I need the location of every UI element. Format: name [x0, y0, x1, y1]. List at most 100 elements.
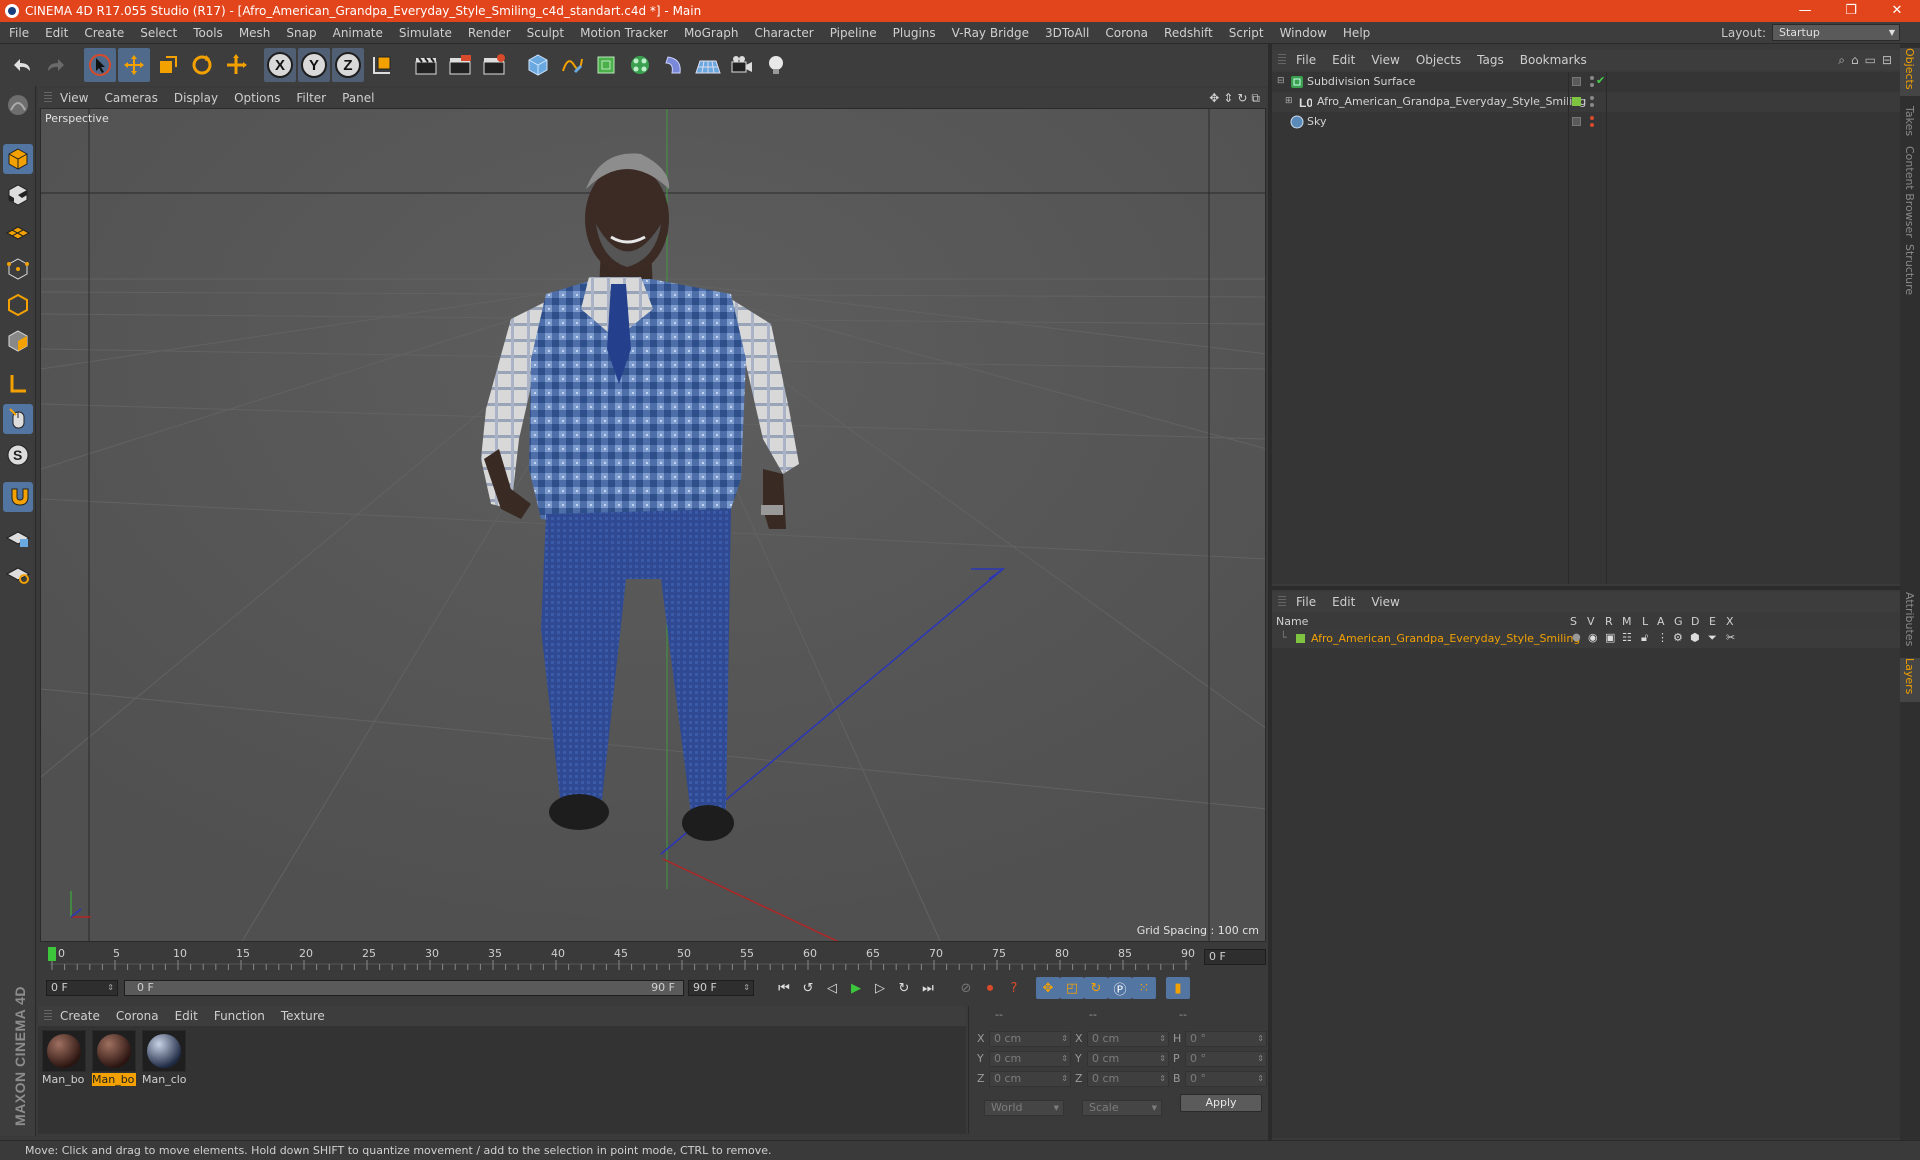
editor-visibility-dot[interactable]	[1590, 116, 1594, 120]
end-frame-field[interactable]: 90 F ⇕	[688, 980, 754, 996]
make-editable-button[interactable]	[3, 90, 33, 120]
viewport-menu-display[interactable]: Display	[174, 91, 228, 105]
solo-toggle-icon[interactable]: ●	[1572, 632, 1581, 643]
menu-edit[interactable]: Edit	[37, 26, 76, 40]
tab-objects[interactable]: Objects	[1900, 48, 1920, 96]
go-to-end-button[interactable]: ⏭	[916, 977, 940, 999]
size-mode-select[interactable]: Scale	[1082, 1100, 1162, 1116]
next-frame-button[interactable]: ▷	[868, 977, 892, 999]
deformer-icon[interactable]: ⬢	[1690, 631, 1700, 644]
size-y-field[interactable]: 0 cm ⇕	[1087, 1051, 1169, 1067]
layer-menu-view[interactable]: View	[1371, 595, 1399, 609]
layer-swatch[interactable]	[1572, 117, 1581, 126]
record-parameter-button[interactable]: Ⓟ	[1108, 977, 1132, 999]
menu-file[interactable]: File	[0, 26, 37, 40]
coordinate-system-button[interactable]	[366, 48, 398, 82]
panel-divider[interactable]	[1272, 586, 1900, 590]
previous-frame-button[interactable]: ◁	[820, 977, 844, 999]
menu-select[interactable]: Select	[132, 26, 185, 40]
object-menu-view[interactable]: View	[1371, 53, 1399, 67]
tab-layers[interactable]: Layers	[1900, 658, 1920, 702]
perspective-viewport[interactable]: Perspective Grid Spacing : 100 cm	[40, 108, 1266, 942]
menu-snap[interactable]: Snap	[278, 26, 324, 40]
material-swatch[interactable]: Man_bo	[42, 1030, 86, 1086]
axis-mode-button[interactable]	[3, 368, 33, 398]
viewport-menu-filter[interactable]: Filter	[296, 91, 336, 105]
material-menu-texture[interactable]: Texture	[281, 1009, 325, 1023]
view-eye-icon[interactable]: ◉	[1588, 631, 1598, 644]
record-scale-button[interactable]: ◰	[1060, 977, 1084, 999]
playhead-marker[interactable]	[48, 947, 56, 961]
rotate-tool-button[interactable]	[186, 48, 218, 82]
layer-color-swatch[interactable]	[1296, 634, 1305, 643]
polygons-mode-button[interactable]	[3, 326, 33, 356]
add-light-button[interactable]	[760, 48, 792, 82]
expand-toggle-icon[interactable]: ⊞	[1285, 96, 1293, 106]
size-x-field[interactable]: 0 cm ⇕	[1087, 1031, 1169, 1047]
menu-mesh[interactable]: Mesh	[231, 26, 279, 40]
viewport-menu-options[interactable]: Options	[234, 91, 290, 105]
menu-redshift[interactable]: Redshift	[1156, 26, 1221, 40]
expression-icon[interactable]: ⏷	[1708, 631, 1717, 645]
pan-view-icon[interactable]: ✥	[1209, 91, 1219, 106]
viewport-menu-view[interactable]: View	[60, 91, 98, 105]
add-spline-button[interactable]	[556, 48, 588, 82]
rotation-p-field[interactable]: 0 ° ⇕	[1185, 1051, 1267, 1067]
z-axis-lock-button[interactable]: Z	[332, 48, 364, 82]
dolly-view-icon[interactable]: ⇕	[1223, 91, 1233, 106]
viewport-camera-label[interactable]: Perspective	[45, 112, 109, 125]
tab-takes[interactable]: Takes	[1900, 106, 1920, 142]
planar-workplane-button[interactable]	[3, 558, 33, 588]
menu-3dtoall[interactable]: 3DToAll	[1037, 26, 1097, 40]
tab-attributes[interactable]: Attributes	[1900, 592, 1920, 654]
scale-tool-button[interactable]	[152, 48, 184, 82]
locked-workplane-button[interactable]	[3, 522, 33, 552]
multi-tool-button[interactable]	[220, 48, 252, 82]
play-button[interactable]: ▶	[844, 977, 868, 999]
current-frame-field[interactable]: 0 F	[1204, 949, 1266, 965]
add-cube-button[interactable]	[522, 48, 554, 82]
add-mograph-button[interactable]	[624, 48, 656, 82]
menu-tools[interactable]: Tools	[185, 26, 231, 40]
record-rotation-button[interactable]: ↻	[1084, 977, 1108, 999]
edges-mode-button[interactable]	[3, 290, 33, 320]
collapse-toggle-icon[interactable]: ⊟	[1277, 76, 1285, 86]
tab-content-browser[interactable]: Content Browser	[1900, 146, 1920, 238]
record-keys-button[interactable]: ⊘	[954, 977, 978, 999]
add-nurbs-button[interactable]	[590, 48, 622, 82]
object-row-grandpa[interactable]: ⊞ L0 Afro_American_Grandpa_Everyday_Styl…	[1272, 92, 1900, 112]
previous-key-button[interactable]: ↺	[796, 977, 820, 999]
render-visibility-dot[interactable]	[1590, 83, 1594, 87]
editor-visibility-dot[interactable]	[1590, 96, 1594, 100]
menu-create[interactable]: Create	[76, 26, 132, 40]
animation-icon[interactable]: ⋮	[1657, 631, 1668, 644]
add-deformer-button[interactable]	[658, 48, 690, 82]
render-view-button[interactable]	[410, 48, 442, 82]
x-axis-lock-button[interactable]: X	[264, 48, 296, 82]
minimize-button[interactable]: —	[1782, 0, 1828, 22]
position-z-field[interactable]: 0 cm ⇕	[989, 1071, 1071, 1087]
viewport-menu-panel[interactable]: Panel	[342, 91, 384, 105]
menu-motion-tracker[interactable]: Motion Tracker	[572, 26, 676, 40]
close-button[interactable]: ✕	[1874, 0, 1920, 22]
rotation-b-field[interactable]: 0 ° ⇕	[1185, 1071, 1267, 1087]
points-mode-button[interactable]	[3, 254, 33, 284]
coordinate-mode-select[interactable]: World	[984, 1100, 1064, 1116]
menu-mograph[interactable]: MoGraph	[676, 26, 747, 40]
preview-range-slider[interactable]: 0 F 90 F	[124, 980, 684, 996]
new-view-icon[interactable]: ▭	[1865, 53, 1876, 68]
menu-script[interactable]: Script	[1221, 26, 1272, 40]
undo-button[interactable]	[6, 48, 38, 82]
editor-visibility-dot[interactable]	[1590, 76, 1594, 80]
rotation-h-field[interactable]: 0 ° ⇕	[1185, 1031, 1267, 1047]
menu-pipeline[interactable]: Pipeline	[822, 26, 885, 40]
lock-icon[interactable]: 🔓︎	[1641, 631, 1648, 645]
layer-menu-edit[interactable]: Edit	[1332, 595, 1355, 609]
render-visibility-dot[interactable]	[1590, 103, 1594, 107]
texture-mode-button[interactable]	[3, 180, 33, 210]
menu-window[interactable]: Window	[1272, 26, 1335, 40]
menu-animate[interactable]: Animate	[325, 26, 391, 40]
start-frame-field[interactable]: 0 F ⇕	[46, 980, 118, 996]
live-selection-button[interactable]	[84, 48, 116, 82]
maximize-view-icon[interactable]: ⧉	[1251, 91, 1260, 106]
